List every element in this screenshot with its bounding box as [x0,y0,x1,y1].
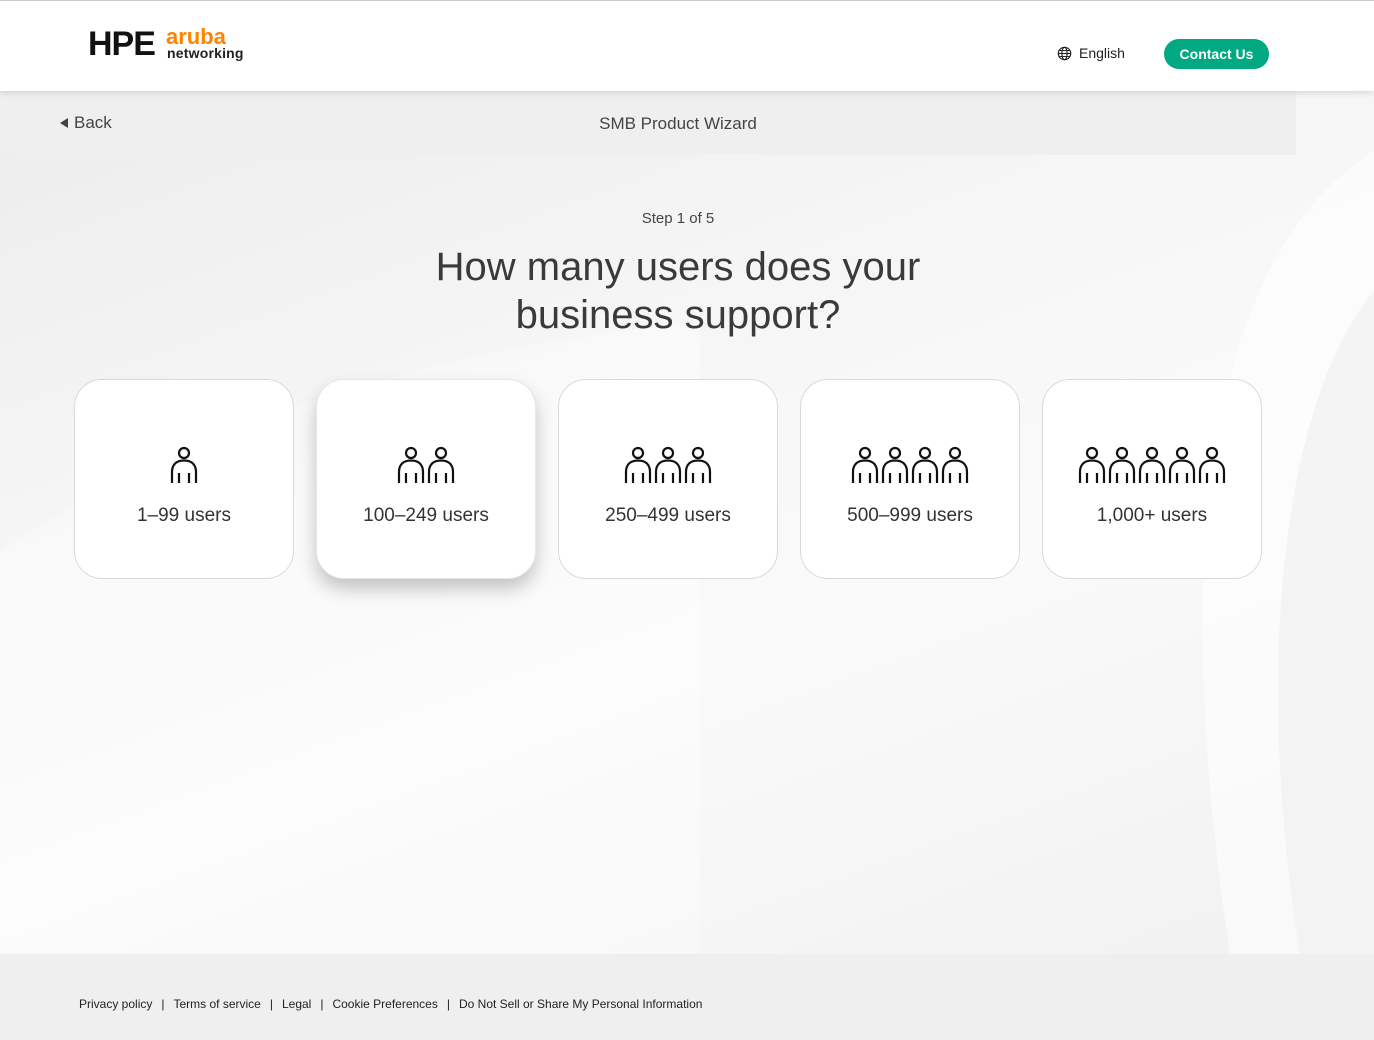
cookie-preferences-link[interactable]: Cookie Preferences [332,997,437,1011]
person-icon [624,446,652,483]
person-icon [654,446,682,483]
option-card-1000-plus[interactable]: 1,000+ users [1042,379,1262,579]
option-card-250-499[interactable]: 250–499 users [558,379,778,579]
footer-separator: | [320,997,324,1011]
option-label: 1,000+ users [1096,505,1208,526]
site-header: HPE aruba networking English Contact Us [0,1,1374,91]
person-icon [881,446,909,483]
globe-icon [1057,46,1072,60]
option-label: 250–499 users [605,505,731,526]
footer-separator: | [446,997,450,1011]
step-indicator: Step 1 of 5 [641,210,715,227]
person-icon [170,446,198,483]
privacy-policy-link[interactable]: Privacy policy [79,997,152,1011]
language-selector[interactable]: English [1057,45,1125,61]
person-icon [941,446,969,483]
option-card-100-249[interactable]: 100–249 users [316,379,536,579]
do-not-sell-link[interactable]: Do Not Sell or Share My Personal Informa… [459,997,702,1011]
people-icons [75,446,293,484]
question-heading: How many users does your business suppor… [435,245,921,337]
person-icon [684,446,712,483]
language-label: English [1079,45,1125,61]
terms-of-service-link[interactable]: Terms of service [173,997,260,1011]
footer-separator: | [269,997,273,1011]
person-icon [427,446,455,483]
option-card-1-99[interactable]: 1–99 users [74,379,294,579]
people-icons [1043,446,1261,484]
logo-networking: networking [167,45,244,61]
wizard-title: SMB Product Wizard [599,114,757,133]
wizard-subbar: Back SMB Product Wizard [0,91,1296,155]
people-icons [559,446,777,484]
person-icon [1138,446,1166,483]
footer-links: Privacy policy | Terms of service | Lega… [79,997,702,1011]
people-icons [317,446,535,484]
person-icon [1168,446,1196,483]
footer-separator: | [161,997,165,1011]
option-label: 1–99 users [136,505,231,526]
logo-hpe: HPE [88,25,156,63]
hpe-aruba-logo[interactable]: HPE aruba networking [88,25,248,65]
option-label: 100–249 users [363,505,489,526]
person-icon [1078,446,1106,483]
site-footer: Privacy policy | Terms of service | Lega… [0,954,1374,1040]
person-icon [911,446,939,483]
people-icons [801,446,1019,484]
person-icon [851,446,879,483]
wizard-main: Back SMB Product Wizard Step 1 of 5 How … [0,91,1374,954]
option-card-500-999[interactable]: 500–999 users [800,379,1020,579]
legal-link[interactable]: Legal [282,997,311,1011]
person-icon [397,446,425,483]
person-icon [1108,446,1136,483]
person-icon [1198,446,1226,483]
contact-us-button[interactable]: Contact Us [1164,39,1269,69]
option-label: 500–999 users [847,505,973,526]
